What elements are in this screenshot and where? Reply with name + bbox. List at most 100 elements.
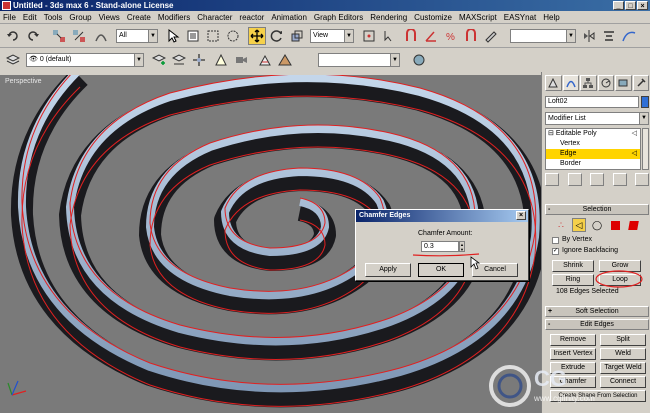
snap-toggle-icon[interactable] xyxy=(402,27,420,45)
border-mode-icon[interactable]: ◯ xyxy=(590,218,604,232)
edit-edges-rollout-header[interactable]: - Edit Edges xyxy=(545,319,649,330)
menu-tools[interactable]: Tools xyxy=(44,13,63,22)
element-mode-icon[interactable] xyxy=(626,218,640,232)
quick-render-icon[interactable] xyxy=(276,51,294,69)
dialog-title-bar[interactable]: Chamfer Edges × xyxy=(356,210,528,222)
stack-item-border[interactable]: Border xyxy=(546,159,640,169)
motion-tab[interactable] xyxy=(597,75,614,91)
stack-item-editable-poly[interactable]: ⊟ Editable Poly ◁ xyxy=(546,129,640,139)
select-object-icon[interactable] xyxy=(164,27,182,45)
place-highlight-icon[interactable] xyxy=(212,51,230,69)
weld-button[interactable]: Weld xyxy=(600,348,646,360)
window-crossing-icon[interactable] xyxy=(224,27,242,45)
dialog-close-button[interactable]: × xyxy=(516,211,526,220)
menu-help[interactable]: Help xyxy=(543,13,559,22)
utilities-tab[interactable] xyxy=(632,75,649,91)
menu-customize[interactable]: Customize xyxy=(414,13,452,22)
redo-icon[interactable] xyxy=(24,27,42,45)
make-unique-icon[interactable] xyxy=(590,173,604,186)
modify-tab[interactable] xyxy=(562,75,579,91)
layer-properties-icon[interactable] xyxy=(190,51,208,69)
layer-manager-icon[interactable] xyxy=(170,51,188,69)
menu-easynat[interactable]: EASYnat xyxy=(504,13,536,22)
create-tab[interactable] xyxy=(545,75,562,91)
menu-maxscript[interactable]: MAXScript xyxy=(459,13,497,22)
chamfer-amount-spinner[interactable]: ▲ ▼ xyxy=(459,241,465,252)
select-link-icon[interactable] xyxy=(50,27,68,45)
stack-scrollbar[interactable] xyxy=(642,128,649,170)
angle-snap-icon[interactable] xyxy=(422,27,440,45)
ref-coord-dropdown[interactable]: View ▼ xyxy=(310,29,354,43)
vertex-mode-icon[interactable]: ∴ xyxy=(554,218,568,232)
edge-mode-icon[interactable]: ◁ xyxy=(572,218,586,232)
named-selection-dropdown[interactable]: ▼ xyxy=(510,29,576,43)
layer-dropdown[interactable]: 👁 0 (default) ▼ xyxy=(26,53,144,67)
ring-button[interactable]: Ring xyxy=(552,274,594,286)
close-button[interactable]: × xyxy=(637,1,648,10)
display-tab[interactable] xyxy=(615,75,632,91)
menu-group[interactable]: Group xyxy=(69,13,91,22)
menu-reactor[interactable]: reactor xyxy=(239,13,264,22)
mirror-icon[interactable] xyxy=(580,27,598,45)
viewport-label[interactable]: Perspective xyxy=(5,78,42,85)
pivot-center-icon[interactable] xyxy=(360,27,378,45)
menu-modifiers[interactable]: Modifiers xyxy=(158,13,190,22)
layers-icon[interactable] xyxy=(4,51,22,69)
hierarchy-tab[interactable] xyxy=(580,75,597,91)
render-type-dropdown[interactable]: ▼ xyxy=(318,53,400,67)
curve-editor-icon[interactable] xyxy=(620,27,638,45)
maximize-button[interactable]: □ xyxy=(625,1,636,10)
subobject-icons: ∴ ◁ ◯ xyxy=(554,218,644,234)
select-by-name-icon[interactable] xyxy=(184,27,202,45)
menu-animation[interactable]: Animation xyxy=(271,13,307,22)
ignore-backfacing-checkbox[interactable]: ✓ xyxy=(552,248,559,255)
soft-selection-rollout-header[interactable]: + Soft Selection xyxy=(545,306,649,317)
menu-file[interactable]: File xyxy=(3,13,16,22)
stack-item-vertex[interactable]: Vertex xyxy=(546,139,640,149)
polygon-mode-icon[interactable] xyxy=(608,218,622,232)
undo-icon[interactable] xyxy=(4,27,22,45)
remove-modifier-icon[interactable] xyxy=(612,173,627,186)
selection-rollout-header[interactable]: - Selection xyxy=(545,204,649,215)
rotate-icon[interactable] xyxy=(268,27,286,45)
edit-named-selection-icon[interactable] xyxy=(482,27,500,45)
object-color-swatch[interactable] xyxy=(641,96,649,108)
dialog-title: Chamfer Edges xyxy=(359,212,411,219)
move-icon[interactable] xyxy=(248,27,266,45)
menu-views[interactable]: Views xyxy=(99,13,120,22)
stack-item-edge[interactable]: Edge ◁ xyxy=(546,149,640,159)
by-vertex-checkbox[interactable] xyxy=(552,237,559,244)
spinner-snap-icon[interactable] xyxy=(462,27,480,45)
bind-space-warp-icon[interactable] xyxy=(92,27,110,45)
configure-modifier-sets-icon[interactable] xyxy=(635,173,649,186)
collapse-icon[interactable]: ⊟ xyxy=(548,130,554,137)
modifier-list-dropdown[interactable]: Modifier List ▼ xyxy=(545,112,649,125)
menu-edit[interactable]: Edit xyxy=(23,13,37,22)
menu-create[interactable]: Create xyxy=(127,13,151,22)
ok-button[interactable]: OK xyxy=(418,263,464,277)
menu-graph-editors[interactable]: Graph Editors xyxy=(314,13,363,22)
select-manipulate-icon[interactable] xyxy=(380,27,398,45)
remove-button[interactable]: Remove xyxy=(550,334,596,346)
align-icon[interactable] xyxy=(600,27,618,45)
rect-region-icon[interactable] xyxy=(204,27,222,45)
unlink-icon[interactable] xyxy=(70,27,88,45)
chamfer-amount-input[interactable]: 0.3 xyxy=(421,241,459,252)
split-button[interactable]: Split xyxy=(600,334,646,346)
add-layer-icon[interactable] xyxy=(150,51,168,69)
insert-vertex-button[interactable]: Insert Vertex xyxy=(550,348,596,360)
material-editor-icon[interactable] xyxy=(410,51,428,69)
apply-button[interactable]: Apply xyxy=(365,263,411,277)
render-scene-icon[interactable] xyxy=(256,51,274,69)
minimize-button[interactable]: _ xyxy=(613,1,624,10)
align-camera-icon[interactable] xyxy=(232,51,250,69)
pin-stack-icon[interactable] xyxy=(545,173,559,186)
show-end-result-icon[interactable] xyxy=(567,173,582,186)
menu-character[interactable]: Character xyxy=(197,13,232,22)
shrink-button[interactable]: Shrink xyxy=(552,260,594,272)
percent-snap-icon[interactable]: % xyxy=(442,27,460,45)
object-name-input[interactable]: Loft02 xyxy=(545,96,639,108)
scale-icon[interactable] xyxy=(288,27,306,45)
menu-rendering[interactable]: Rendering xyxy=(370,13,407,22)
selection-filter-dropdown[interactable]: All ▼ xyxy=(116,29,158,43)
